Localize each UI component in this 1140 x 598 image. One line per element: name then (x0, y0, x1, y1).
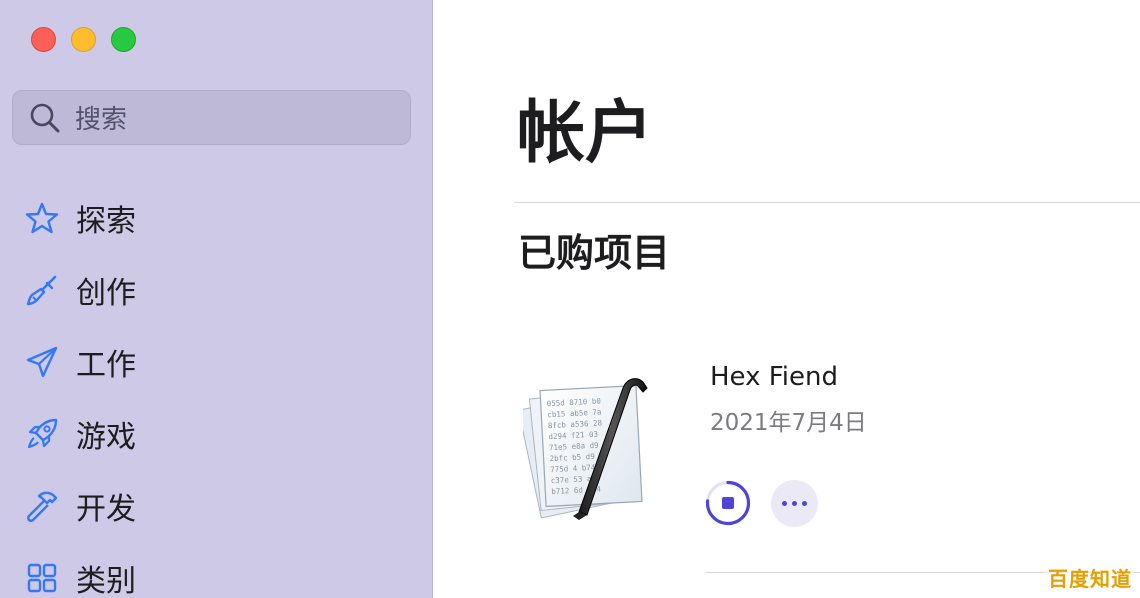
sidebar-item-label: 探索 (76, 204, 136, 239)
paintbrush-icon (24, 272, 60, 308)
window-controls (31, 27, 136, 52)
sidebar-item-work[interactable]: 工作 (0, 326, 432, 398)
sidebar-item-discover[interactable]: 探索 (0, 182, 432, 254)
section-title: 已购项目 (518, 231, 671, 275)
sidebar-item-create[interactable]: 创作 (0, 254, 432, 326)
stop-download-button[interactable] (705, 480, 751, 526)
sidebar-item-label: 创作 (76, 276, 136, 311)
sidebar-item-label: 游戏 (76, 420, 136, 455)
sidebar-nav: 探索 创作 工作 游戏 开发 类别 (0, 182, 432, 598)
page-title: 帐户 (517, 94, 654, 173)
magnifying-glass-icon (29, 102, 61, 134)
more-options-button[interactable] (771, 480, 818, 527)
main-content: 帐户 已购项目 055d 8710 b0 cb15 ab5e 7a 8fcb a… (433, 0, 1140, 598)
paper-plane-icon (24, 344, 60, 380)
title-divider (514, 202, 1140, 203)
search-placeholder: 搜索 (75, 105, 128, 135)
sidebar-item-label: 开发 (76, 492, 136, 527)
close-window-button[interactable] (31, 27, 56, 52)
purchase-date: 2021年7月4日 (710, 410, 867, 436)
ellipsis-icon (780, 501, 810, 506)
app-store-window: 搜索 探索 创作 工作 游戏 开发 类别 帐户 已购项目 055d 8710 b… (0, 0, 1140, 598)
watermark-logo: 百度知道 (1046, 563, 1134, 592)
minimize-window-button[interactable] (71, 27, 96, 52)
download-progress-icon (705, 480, 751, 526)
star-icon (24, 200, 60, 236)
search-field[interactable]: 搜索 (12, 90, 411, 145)
sidebar-item-label: 类别 (76, 564, 136, 598)
grid-icon (24, 560, 60, 596)
sidebar-item-categories[interactable]: 类别 (0, 542, 432, 598)
sidebar-item-label: 工作 (76, 348, 136, 383)
hammer-icon (24, 488, 60, 524)
sidebar: 搜索 探索 创作 工作 游戏 开发 类别 (0, 0, 433, 598)
sidebar-item-play[interactable]: 游戏 (0, 398, 432, 470)
sidebar-item-develop[interactable]: 开发 (0, 470, 432, 542)
zoom-window-button[interactable] (111, 27, 136, 52)
rocket-icon (24, 416, 60, 452)
app-name: Hex Fiend (710, 362, 839, 392)
hex-fiend-app-icon[interactable]: 055d 8710 b0 cb15 ab5e 7a 8fcb a536 28 d… (517, 370, 663, 520)
